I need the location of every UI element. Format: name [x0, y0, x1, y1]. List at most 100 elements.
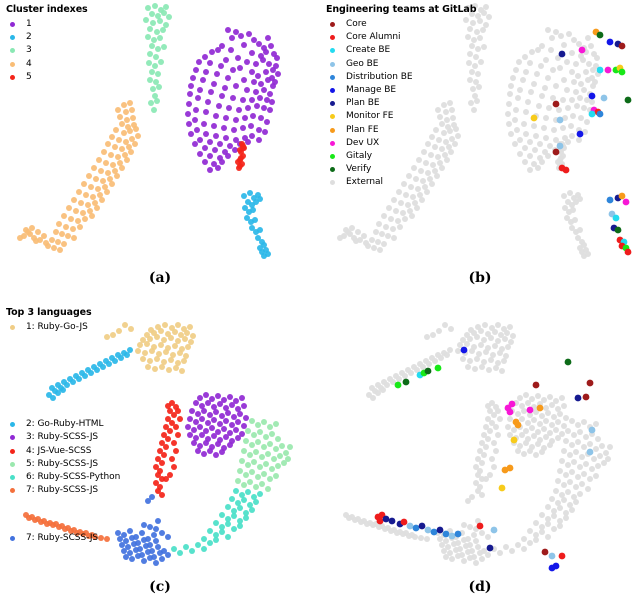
scatter-point [533, 133, 539, 139]
scatter-point [179, 368, 185, 374]
scatter-point [519, 416, 525, 422]
scatter-point [171, 440, 177, 446]
scatter-point [149, 348, 155, 354]
scatter-point [243, 438, 249, 444]
scatter-point [59, 231, 65, 237]
scatter-point [139, 530, 145, 536]
scatter-point [453, 547, 459, 553]
scatter-point [577, 464, 583, 470]
scatter-point [168, 357, 174, 363]
scatter-point [128, 149, 134, 155]
scatter-point [386, 205, 392, 211]
scatter-point [159, 492, 165, 498]
scatter-point [358, 519, 364, 525]
scatter-point [227, 442, 233, 448]
scatter-point [225, 504, 231, 510]
scatter-point [493, 365, 499, 371]
scatter-point [510, 333, 516, 339]
scatter-point [158, 342, 164, 348]
scatter-point [493, 424, 499, 430]
scatter-point [443, 139, 449, 145]
scatter-point [152, 3, 158, 9]
scatter-point [26, 515, 32, 521]
scatter-point [555, 419, 561, 425]
scatter-point [251, 79, 257, 85]
scatter-point [581, 471, 587, 477]
scatter-point [192, 117, 198, 123]
scatter-point [237, 65, 243, 71]
scatter-point [527, 448, 533, 454]
scatter-point [533, 520, 539, 526]
scatter-point [233, 427, 239, 433]
scatter-point [104, 536, 110, 542]
scatter-point [606, 38, 614, 46]
scatter-point [583, 461, 589, 467]
scatter-point [267, 441, 273, 447]
scatter-point [215, 393, 221, 399]
scatter-point [135, 553, 141, 559]
scatter-point [233, 29, 239, 35]
panel-a-caption: (a) [148, 270, 172, 286]
scatter-point [443, 554, 449, 560]
scatter-point [545, 75, 551, 81]
scatter-point [153, 560, 159, 566]
scatter-point [542, 85, 548, 91]
scatter-point [453, 126, 459, 132]
scatter-point [188, 131, 194, 137]
scatter-point [522, 159, 528, 165]
scatter-point [377, 247, 383, 253]
scatter-point [492, 343, 498, 349]
scatter-point [235, 435, 241, 441]
scatter-point [241, 423, 247, 429]
scatter-point [408, 184, 414, 190]
scatter-point [503, 544, 509, 550]
scatter-point [213, 133, 219, 139]
scatter-point [564, 358, 572, 366]
scatter-point [245, 105, 251, 111]
panel-c-scatter-svg [23, 322, 293, 566]
scatter-point [257, 227, 263, 233]
scatter-point [238, 33, 244, 39]
scatter-point [531, 123, 537, 129]
scatter-point [497, 350, 503, 356]
scatter-point [394, 530, 400, 536]
scatter-point [519, 432, 525, 438]
scatter-point [479, 530, 485, 536]
scatter-point [474, 356, 480, 362]
scatter-point [241, 42, 247, 48]
scatter-point [402, 373, 408, 379]
scatter-point [187, 91, 193, 97]
scatter-point [578, 46, 586, 54]
scatter-point [433, 127, 439, 133]
scatter-point [273, 421, 279, 427]
scatter-point [96, 157, 102, 163]
scatter-point [242, 115, 248, 121]
scatter-point [173, 365, 179, 371]
scatter-point [143, 543, 149, 549]
scatter-point [68, 528, 74, 534]
scatter-point [274, 55, 280, 61]
scatter-point [561, 448, 567, 454]
scatter-point [556, 107, 562, 113]
scatter-point [98, 535, 104, 541]
scatter-point [495, 322, 501, 328]
scatter-point [90, 194, 96, 200]
scatter-point [436, 328, 442, 334]
scatter-point [169, 456, 175, 462]
scatter-point [370, 522, 376, 528]
scatter-point [123, 139, 129, 145]
scatter-point [483, 349, 489, 355]
scatter-point [438, 355, 444, 361]
scatter-point [522, 145, 528, 151]
scatter-point [191, 440, 197, 446]
scatter-point [117, 114, 123, 120]
scatter-point [241, 403, 247, 409]
scatter-point [563, 472, 569, 478]
scatter-point [551, 513, 557, 519]
scatter-point [450, 115, 456, 121]
scatter-point [154, 98, 160, 104]
scatter-point [68, 216, 74, 222]
scatter-point [604, 66, 612, 74]
scatter-point [535, 47, 541, 53]
scatter-point [594, 55, 600, 61]
